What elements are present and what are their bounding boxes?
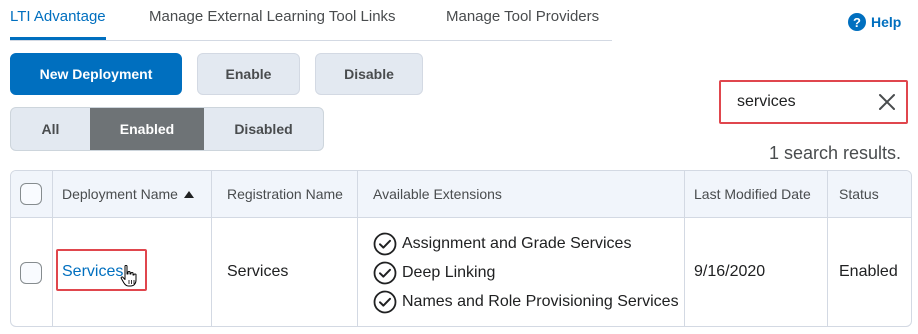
header-available-extensions: Available Extensions <box>373 186 502 202</box>
clear-icon[interactable] <box>878 93 896 111</box>
header-registration-name: Registration Name <box>227 186 343 202</box>
tab-manage-tool-providers[interactable]: Manage Tool Providers <box>446 8 599 25</box>
check-circle-icon <box>373 290 397 314</box>
deployment-name-link[interactable]: Services <box>62 263 123 281</box>
column-divider <box>827 171 828 326</box>
extension-item: Assignment and Grade Services <box>373 232 631 256</box>
check-circle-icon <box>373 232 397 256</box>
column-divider <box>684 171 685 326</box>
column-divider <box>357 171 358 326</box>
extension-label: Deep Linking <box>402 264 496 281</box>
search-box <box>719 80 908 124</box>
help-icon: ? <box>848 13 866 31</box>
tab-lti-advantage[interactable]: LTI Advantage <box>10 8 106 40</box>
registration-name-cell: Services <box>227 263 289 280</box>
extension-label: Names and Role Provisioning Services <box>402 293 679 310</box>
extension-item: Names and Role Provisioning Services <box>373 290 679 314</box>
select-all-checkbox[interactable] <box>20 183 42 205</box>
extension-item: Deep Linking <box>373 261 495 285</box>
column-divider <box>211 171 212 326</box>
extension-label: Assignment and Grade Services <box>402 235 632 252</box>
filter-disabled[interactable]: Disabled <box>204 108 323 150</box>
header-status: Status <box>839 186 879 202</box>
tab-manage-external-learning-tool-links[interactable]: Manage External Learning Tool Links <box>149 8 396 25</box>
check-circle-icon <box>373 261 397 285</box>
search-input[interactable] <box>737 93 877 111</box>
status-cell: Enabled <box>839 263 898 280</box>
search-results-count: 1 search results. <box>768 143 901 163</box>
help-link[interactable]: ? Help <box>848 13 901 31</box>
disable-button[interactable]: Disable <box>315 53 423 95</box>
column-divider <box>52 171 53 326</box>
row-checkbox[interactable] <box>20 262 42 284</box>
new-deployment-button[interactable]: New Deployment <box>10 53 182 95</box>
filter-all[interactable]: All <box>11 108 90 150</box>
status-filter: All Enabled Disabled <box>10 107 324 151</box>
hand-pointer-cursor-icon <box>120 265 137 287</box>
header-deployment-name[interactable]: Deployment Name <box>62 186 194 202</box>
header-deployment-name-label: Deployment Name <box>62 186 178 202</box>
deployments-table: Deployment Name Registration Name Availa… <box>10 170 912 327</box>
filter-enabled[interactable]: Enabled <box>90 108 204 150</box>
enable-button[interactable]: Enable <box>197 53 300 95</box>
sort-ascending-icon <box>183 191 194 198</box>
header-last-modified-date: Last Modified Date <box>694 186 811 202</box>
last-modified-cell: 9/16/2020 <box>694 263 766 280</box>
help-label: Help <box>871 14 902 30</box>
tab-bar: LTI Advantage Manage External Learning T… <box>10 0 612 41</box>
